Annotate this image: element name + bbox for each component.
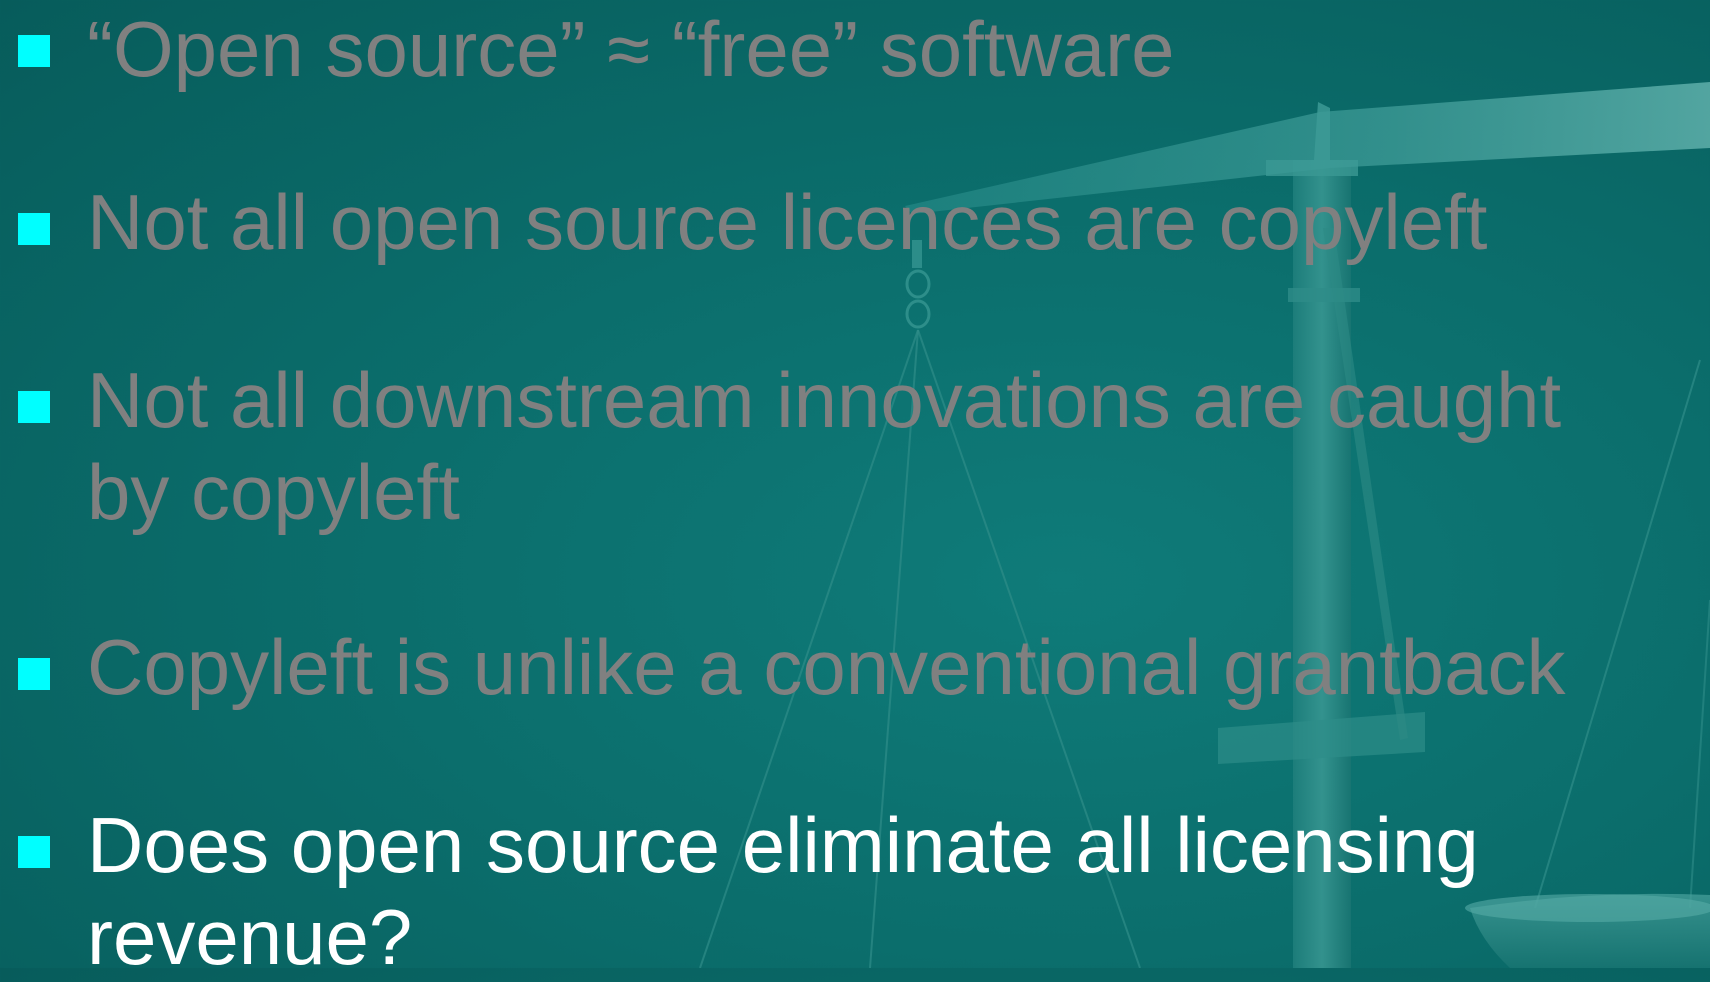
bullet-text: “Open source” ≈ “free” software xyxy=(87,5,1175,93)
bullet-text-line-2: by copyleft xyxy=(87,448,460,536)
bullet-marker xyxy=(18,35,50,67)
bullet-marker xyxy=(18,213,50,245)
bullet-text-line-1: Not all downstream innovations are caugh… xyxy=(87,356,1562,444)
bullet-copyleft-grantback: Copyleft is unlike a conventional grantb… xyxy=(0,622,1710,712)
bullet-text-line-2: revenue? xyxy=(87,893,413,981)
bullet-open-source-free: “Open source” ≈ “free” software xyxy=(0,4,1710,94)
bullet-licensing-revenue: Does open source eliminate all licensing… xyxy=(0,800,1710,981)
bullet-text: Not all open source licences are copylef… xyxy=(87,178,1488,266)
bullet-marker xyxy=(18,391,50,423)
bullet-marker xyxy=(18,836,50,868)
bullet-marker xyxy=(18,658,50,690)
bullet-text: Copyleft is unlike a conventional grantb… xyxy=(87,623,1566,711)
bullet-not-all-copyleft: Not all open source licences are copylef… xyxy=(0,177,1710,267)
slide: “Open source” ≈ “free” software Not all … xyxy=(0,0,1710,981)
bullet-list: “Open source” ≈ “free” software Not all … xyxy=(0,0,1710,981)
bullet-downstream-innovations: Not all downstream innovations are caugh… xyxy=(0,355,1710,536)
bullet-text-line-1: Does open source eliminate all licensing xyxy=(87,801,1479,889)
